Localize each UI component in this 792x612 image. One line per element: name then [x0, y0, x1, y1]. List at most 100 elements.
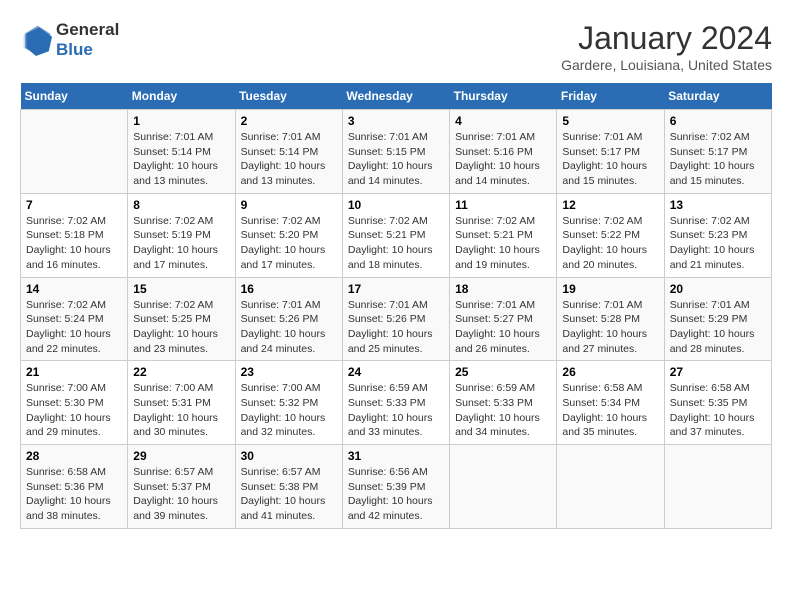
- page-header: General Blue January 2024 Gardere, Louis…: [20, 20, 772, 73]
- column-header-sunday: Sunday: [21, 83, 128, 110]
- calendar-cell: 25Sunrise: 6:59 AM Sunset: 5:33 PM Dayli…: [450, 361, 557, 445]
- day-number: 24: [348, 365, 444, 379]
- calendar-cell: 21 Sunrise: 7:00 AM Sunset: 5:30 PM Dayli…: [21, 361, 128, 445]
- day-number: 7: [26, 198, 122, 212]
- day-number: 6: [670, 114, 766, 128]
- day-info: Sunrise: 6:58 AM Sunset: 5:35 PM Dayligh…: [670, 381, 766, 440]
- day-info: Sunrise: 6:57 AM Sunset: 5:38 PM Dayligh…: [241, 465, 337, 524]
- calendar-table: SundayMondayTuesdayWednesdayThursdayFrid…: [20, 83, 772, 529]
- column-header-tuesday: Tuesday: [235, 83, 342, 110]
- calendar-cell: [664, 445, 771, 529]
- calendar-cell: 15 Sunrise: 7:02 AM Sunset: 5:25 PM Dayli…: [128, 277, 235, 361]
- day-number: 26: [562, 365, 658, 379]
- calendar-cell: 8Sunrise: 7:02 AM Sunset: 5:19 PM Daylig…: [128, 193, 235, 277]
- week-row-5: 28 Sunrise: 6:58 AM Sunset: 5:36 PM Dayli…: [21, 445, 772, 529]
- day-info: Sunrise: 6:58 AM Sunset: 5:34 PM Dayligh…: [562, 381, 658, 440]
- day-number: 22: [133, 365, 229, 379]
- location-subtitle: Gardere, Louisiana, United States: [561, 57, 772, 73]
- day-info: Sunrise: 6:58 AM Sunset: 5:36 PM Dayligh…: [26, 465, 122, 524]
- column-header-saturday: Saturday: [664, 83, 771, 110]
- calendar-cell: 17 Sunrise: 7:01 AM Sunset: 5:26 PM Dayli…: [342, 277, 449, 361]
- day-number: 15: [133, 282, 229, 296]
- day-number: 25: [455, 365, 551, 379]
- day-info: Sunrise: 7:01 AM Sunset: 5:29 PM Dayligh…: [670, 298, 766, 357]
- calendar-cell: 7 Sunrise: 7:02 AM Sunset: 5:18 PM Daylig…: [21, 193, 128, 277]
- calendar-cell: 10 Sunrise: 7:02 AM Sunset: 5:21 PM Dayli…: [342, 193, 449, 277]
- calendar-cell: 2 Sunrise: 7:01 AM Sunset: 5:14 PM Daylig…: [235, 110, 342, 194]
- calendar-cell: 1 Sunrise: 7:01 AM Sunset: 5:14 PM Daylig…: [128, 110, 235, 194]
- calendar-cell: 4 Sunrise: 7:01 AM Sunset: 5:16 PM Daylig…: [450, 110, 557, 194]
- day-number: 10: [348, 198, 444, 212]
- title-block: January 2024 Gardere, Louisiana, United …: [561, 20, 772, 73]
- day-number: 30: [241, 449, 337, 463]
- week-row-1: 1 Sunrise: 7:01 AM Sunset: 5:14 PM Daylig…: [21, 110, 772, 194]
- calendar-cell: 11 Sunrise: 7:02 AM Sunset: 5:21 PM Dayli…: [450, 193, 557, 277]
- calendar-cell: 13 Sunrise: 7:02 AM Sunset: 5:23 PM Dayli…: [664, 193, 771, 277]
- calendar-cell: 16Sunrise: 7:01 AM Sunset: 5:26 PM Dayli…: [235, 277, 342, 361]
- day-info: Sunrise: 7:02 AM Sunset: 5:18 PM Dayligh…: [26, 214, 122, 273]
- calendar-cell: 5 Sunrise: 7:01 AM Sunset: 5:17 PM Daylig…: [557, 110, 664, 194]
- calendar-cell: 14Sunrise: 7:02 AM Sunset: 5:24 PM Dayli…: [21, 277, 128, 361]
- calendar-cell: 18Sunrise: 7:01 AM Sunset: 5:27 PM Dayli…: [450, 277, 557, 361]
- calendar-cell: 9 Sunrise: 7:02 AM Sunset: 5:20 PM Daylig…: [235, 193, 342, 277]
- day-info: Sunrise: 7:02 AM Sunset: 5:23 PM Dayligh…: [670, 214, 766, 273]
- day-number: 21: [26, 365, 122, 379]
- calendar-cell: [21, 110, 128, 194]
- column-header-wednesday: Wednesday: [342, 83, 449, 110]
- day-number: 5: [562, 114, 658, 128]
- calendar-cell: 3 Sunrise: 7:01 AM Sunset: 5:15 PM Daylig…: [342, 110, 449, 194]
- day-info: Sunrise: 7:01 AM Sunset: 5:16 PM Dayligh…: [455, 130, 551, 189]
- calendar-cell: 12 Sunrise: 7:02 AM Sunset: 5:22 PM Dayli…: [557, 193, 664, 277]
- calendar-cell: 26 Sunrise: 6:58 AM Sunset: 5:34 PM Dayli…: [557, 361, 664, 445]
- day-info: Sunrise: 7:00 AM Sunset: 5:31 PM Dayligh…: [133, 381, 229, 440]
- day-number: 20: [670, 282, 766, 296]
- day-info: Sunrise: 6:59 AM Sunset: 5:33 PM Dayligh…: [348, 381, 444, 440]
- calendar-cell: 22 Sunrise: 7:00 AM Sunset: 5:31 PM Dayli…: [128, 361, 235, 445]
- day-info: Sunrise: 7:02 AM Sunset: 5:21 PM Dayligh…: [455, 214, 551, 273]
- calendar-cell: 31 Sunrise: 6:56 AM Sunset: 5:39 PM Dayli…: [342, 445, 449, 529]
- day-number: 23: [241, 365, 337, 379]
- day-number: 12: [562, 198, 658, 212]
- calendar-cell: 27Sunrise: 6:58 AM Sunset: 5:35 PM Dayli…: [664, 361, 771, 445]
- day-number: 31: [348, 449, 444, 463]
- calendar-cell: 6Sunrise: 7:02 AM Sunset: 5:17 PM Daylig…: [664, 110, 771, 194]
- day-number: 13: [670, 198, 766, 212]
- logo-general-text: General: [56, 20, 119, 40]
- day-number: 4: [455, 114, 551, 128]
- column-header-thursday: Thursday: [450, 83, 557, 110]
- day-number: 17: [348, 282, 444, 296]
- week-row-2: 7 Sunrise: 7:02 AM Sunset: 5:18 PM Daylig…: [21, 193, 772, 277]
- day-info: Sunrise: 7:01 AM Sunset: 5:28 PM Dayligh…: [562, 298, 658, 357]
- day-info: Sunrise: 6:56 AM Sunset: 5:39 PM Dayligh…: [348, 465, 444, 524]
- day-number: 3: [348, 114, 444, 128]
- day-info: Sunrise: 7:01 AM Sunset: 5:14 PM Dayligh…: [133, 130, 229, 189]
- day-info: Sunrise: 7:02 AM Sunset: 5:21 PM Dayligh…: [348, 214, 444, 273]
- week-row-4: 21 Sunrise: 7:00 AM Sunset: 5:30 PM Dayli…: [21, 361, 772, 445]
- day-info: Sunrise: 6:57 AM Sunset: 5:37 PM Dayligh…: [133, 465, 229, 524]
- day-info: Sunrise: 7:00 AM Sunset: 5:30 PM Dayligh…: [26, 381, 122, 440]
- day-number: 14: [26, 282, 122, 296]
- day-info: Sunrise: 7:02 AM Sunset: 5:25 PM Dayligh…: [133, 298, 229, 357]
- week-row-3: 14Sunrise: 7:02 AM Sunset: 5:24 PM Dayli…: [21, 277, 772, 361]
- day-info: Sunrise: 7:00 AM Sunset: 5:32 PM Dayligh…: [241, 381, 337, 440]
- logo: General Blue: [20, 20, 119, 59]
- day-number: 11: [455, 198, 551, 212]
- header-row: SundayMondayTuesdayWednesdayThursdayFrid…: [21, 83, 772, 110]
- logo-text: General Blue: [56, 20, 119, 59]
- column-header-monday: Monday: [128, 83, 235, 110]
- calendar-cell: [557, 445, 664, 529]
- day-info: Sunrise: 7:02 AM Sunset: 5:22 PM Dayligh…: [562, 214, 658, 273]
- day-number: 1: [133, 114, 229, 128]
- day-number: 2: [241, 114, 337, 128]
- day-info: Sunrise: 7:01 AM Sunset: 5:14 PM Dayligh…: [241, 130, 337, 189]
- day-number: 9: [241, 198, 337, 212]
- calendar-cell: 24 Sunrise: 6:59 AM Sunset: 5:33 PM Dayli…: [342, 361, 449, 445]
- day-info: Sunrise: 7:01 AM Sunset: 5:15 PM Dayligh…: [348, 130, 444, 189]
- day-info: Sunrise: 7:01 AM Sunset: 5:26 PM Dayligh…: [348, 298, 444, 357]
- day-info: Sunrise: 7:02 AM Sunset: 5:20 PM Dayligh…: [241, 214, 337, 273]
- calendar-cell: [450, 445, 557, 529]
- day-number: 28: [26, 449, 122, 463]
- calendar-cell: 29Sunrise: 6:57 AM Sunset: 5:37 PM Dayli…: [128, 445, 235, 529]
- day-info: Sunrise: 7:01 AM Sunset: 5:17 PM Dayligh…: [562, 130, 658, 189]
- day-info: Sunrise: 7:02 AM Sunset: 5:19 PM Dayligh…: [133, 214, 229, 273]
